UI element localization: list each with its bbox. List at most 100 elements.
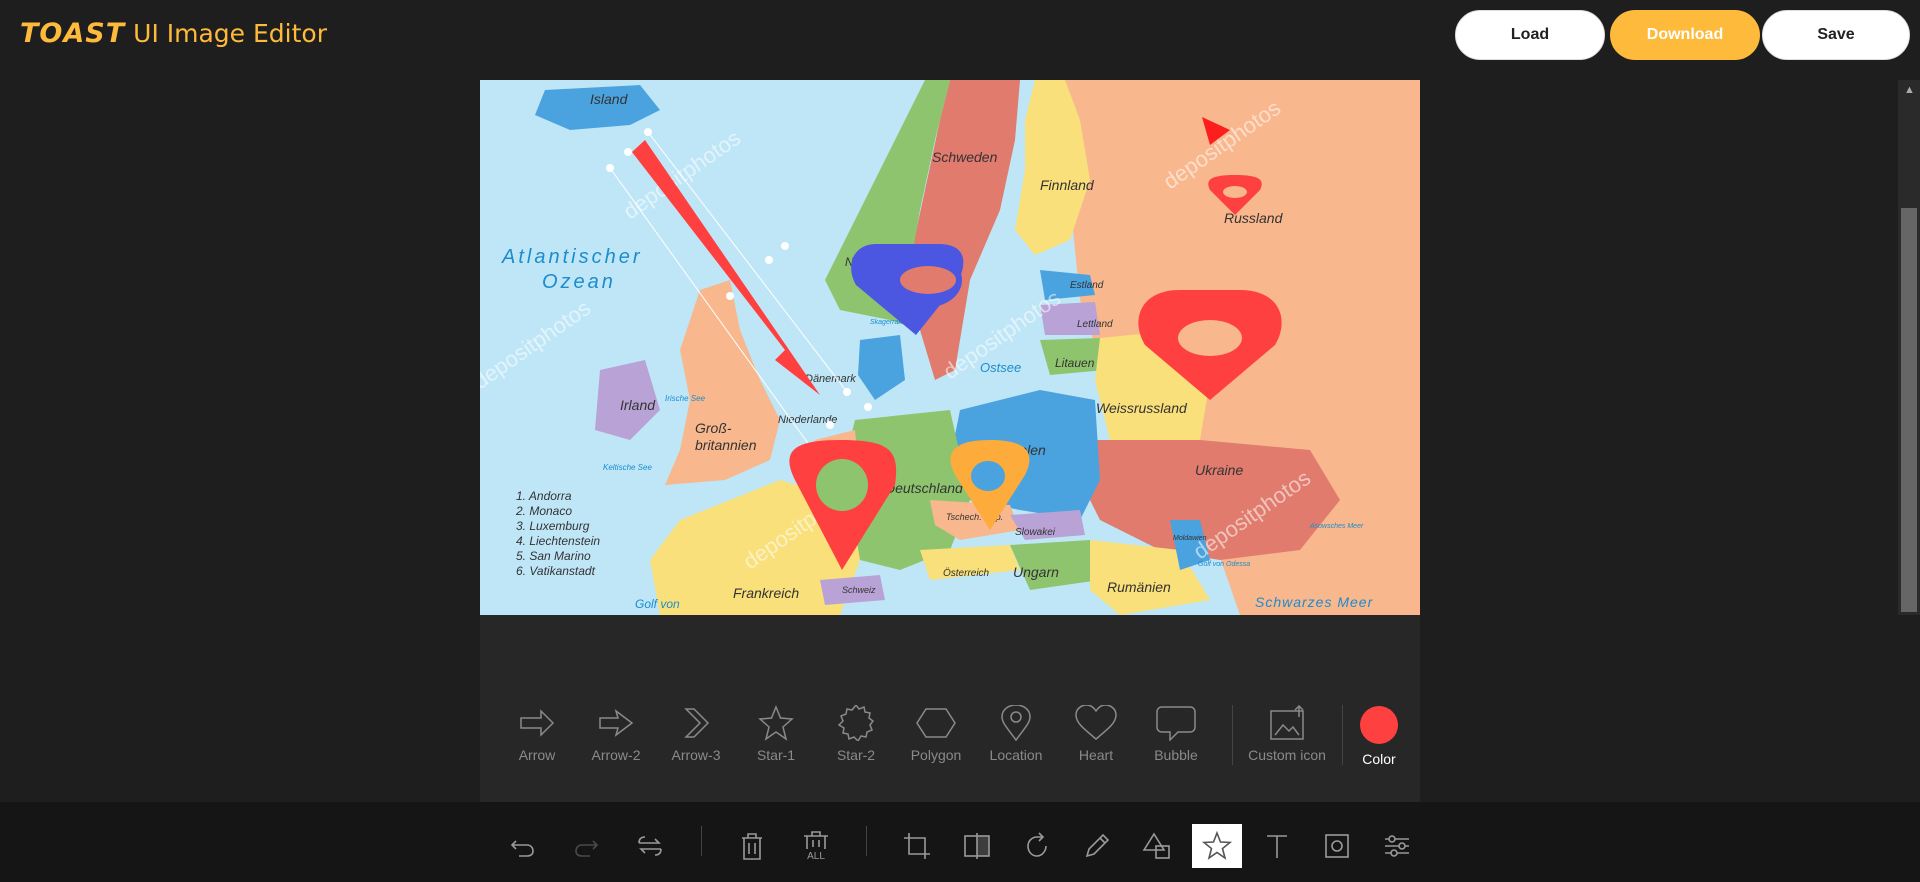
undo-button[interactable] bbox=[500, 824, 544, 868]
heart-label: Heart bbox=[1078, 747, 1114, 763]
logo-product: UI Image Editor bbox=[133, 18, 327, 48]
star-1-label: Star-1 bbox=[756, 747, 796, 763]
bubble-icon bbox=[1156, 706, 1196, 741]
resize-handle[interactable] bbox=[843, 388, 851, 396]
delete-icon bbox=[742, 833, 762, 860]
resize-handle[interactable] bbox=[864, 403, 872, 411]
map-label: Irland bbox=[620, 397, 656, 413]
resize-handle[interactable] bbox=[606, 164, 614, 172]
save-button[interactable]: Save bbox=[1762, 10, 1910, 60]
scroll-up-icon[interactable]: ▲ bbox=[1904, 84, 1915, 96]
star-1-option[interactable]: Star-1 bbox=[736, 705, 816, 785]
redo-button[interactable] bbox=[565, 824, 609, 868]
draw-button[interactable] bbox=[1075, 824, 1119, 868]
polygon-icon bbox=[916, 708, 956, 738]
map-label: Atlantischer bbox=[501, 246, 643, 268]
crop-button[interactable] bbox=[895, 824, 939, 868]
image-canvas[interactable]: Island Schweden Finnland Russland Atlant… bbox=[480, 80, 1420, 615]
resize-handle[interactable] bbox=[826, 421, 834, 429]
arrow-3-option[interactable]: Arrow-3 bbox=[656, 705, 736, 785]
star-1-icon bbox=[758, 705, 794, 741]
scroll-thumb[interactable] bbox=[1901, 208, 1917, 612]
app-logo: TOAST UI Image Editor bbox=[20, 16, 327, 50]
mask-icon bbox=[1325, 834, 1349, 858]
resize-handle[interactable] bbox=[765, 256, 773, 264]
toolbar-divider bbox=[866, 826, 867, 856]
main-toolbar: ALL bbox=[0, 802, 1920, 882]
map-label: Keltische See bbox=[603, 463, 652, 472]
submenu-divider bbox=[1232, 705, 1233, 765]
arrow-2-option[interactable]: Arrow-2 bbox=[576, 705, 656, 785]
map-label: Litauen bbox=[1055, 356, 1095, 370]
arrow-icon bbox=[520, 709, 555, 737]
delete-button[interactable] bbox=[730, 824, 774, 868]
polygon-label: Polygon bbox=[910, 747, 962, 763]
text-button[interactable] bbox=[1255, 824, 1299, 868]
map-label: Island bbox=[590, 91, 629, 107]
map-label: Golf von bbox=[635, 597, 680, 611]
star-icon bbox=[1202, 831, 1232, 860]
rotate-icon bbox=[1027, 832, 1047, 857]
map-label: britannien bbox=[695, 437, 757, 453]
custom-icon-option[interactable]: Custom icon bbox=[1237, 705, 1337, 785]
map-label: Frankreich bbox=[733, 585, 799, 601]
location-option[interactable]: Location bbox=[976, 705, 1056, 785]
redo-icon bbox=[575, 840, 599, 857]
icon-submenu: Arrow Arrow-2 Arrow-3 Star-1 Star-2 Poly… bbox=[480, 615, 1420, 802]
shape-icon bbox=[1142, 832, 1170, 859]
location-icon bbox=[1001, 705, 1031, 741]
rotate-button[interactable] bbox=[1015, 824, 1059, 868]
map-label: Ukraine bbox=[1195, 462, 1243, 478]
legend-item: 5. San Marino bbox=[516, 549, 591, 563]
map-label: Weissrussland bbox=[1096, 400, 1188, 416]
star-2-icon bbox=[837, 705, 875, 741]
map-label: Rumänien bbox=[1107, 579, 1171, 595]
download-button[interactable]: Download bbox=[1610, 10, 1760, 60]
heart-option[interactable]: Heart bbox=[1056, 705, 1136, 785]
resize-handle[interactable] bbox=[726, 292, 734, 300]
star-2-option[interactable]: Star-2 bbox=[816, 705, 896, 785]
legend-item: 3. Luxemburg bbox=[516, 519, 590, 533]
map-label: Lettland bbox=[1077, 319, 1113, 330]
crop-icon bbox=[904, 833, 930, 859]
color-picker[interactable]: Color bbox=[1349, 705, 1409, 785]
filter-button[interactable] bbox=[1375, 824, 1419, 868]
undo-icon bbox=[510, 840, 534, 857]
map-label: Skagerrak bbox=[870, 319, 902, 326]
polygon-option[interactable]: Polygon bbox=[896, 705, 976, 785]
flip-button[interactable] bbox=[955, 824, 999, 868]
map-label: Finnland bbox=[1040, 177, 1095, 193]
reset-icon bbox=[638, 836, 662, 856]
icon-tool-button[interactable] bbox=[1192, 824, 1242, 868]
reset-button[interactable] bbox=[628, 824, 672, 868]
vertical-scrollbar[interactable]: ▲ bbox=[1898, 80, 1920, 615]
arrow-option[interactable]: Arrow bbox=[497, 705, 577, 785]
legend-item: 4. Liechtenstein bbox=[516, 534, 600, 548]
map-label: Ozean bbox=[542, 271, 616, 293]
app-header: TOAST UI Image Editor Load Download Save bbox=[0, 0, 1920, 70]
map-label: Schwarzes Meer bbox=[1255, 594, 1374, 610]
resize-handle[interactable] bbox=[781, 242, 789, 250]
arrow-3-icon bbox=[684, 708, 710, 738]
location-label: Location bbox=[989, 747, 1043, 763]
arrow-label: Arrow bbox=[518, 747, 556, 763]
resize-handle[interactable] bbox=[624, 148, 632, 156]
load-button[interactable]: Load bbox=[1455, 10, 1605, 60]
map-label: Ungarn bbox=[1013, 564, 1059, 580]
delete-all-text: ALL bbox=[807, 851, 825, 861]
resize-handle[interactable] bbox=[644, 128, 652, 136]
map-label: Österreich bbox=[943, 567, 990, 579]
map-label: Groß- bbox=[695, 420, 732, 436]
delete-all-button[interactable]: ALL bbox=[794, 824, 838, 868]
star-2-label: Star-2 bbox=[836, 747, 876, 763]
mask-button[interactable] bbox=[1315, 824, 1359, 868]
shape-button[interactable] bbox=[1135, 824, 1179, 868]
bubble-option[interactable]: Bubble bbox=[1136, 705, 1216, 785]
logo-brand: TOAST bbox=[20, 17, 126, 49]
map-label: Asowsches Meer bbox=[1309, 523, 1364, 530]
map-label: Slowakei bbox=[1015, 527, 1056, 538]
heart-icon bbox=[1075, 705, 1117, 740]
arrow-2-label: Arrow-2 bbox=[591, 747, 641, 763]
arrow-2-icon bbox=[599, 709, 634, 737]
toolbar-divider bbox=[701, 826, 702, 856]
